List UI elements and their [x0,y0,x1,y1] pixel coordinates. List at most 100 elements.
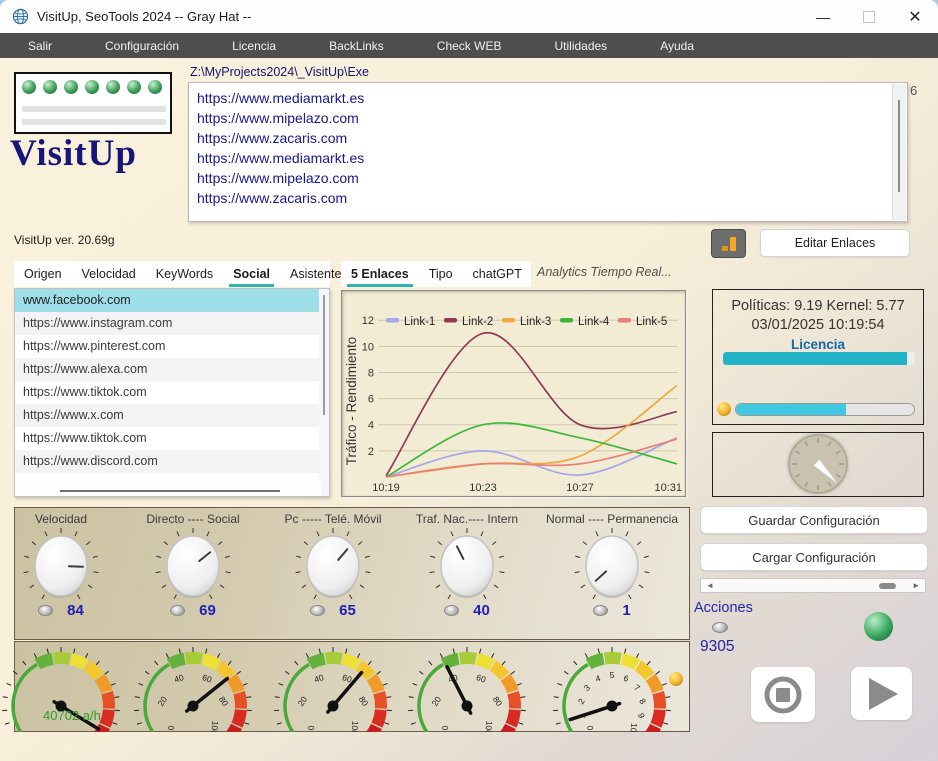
stop-button[interactable] [751,667,815,722]
knob-readout: 1 [593,602,630,619]
chart-tab-strip: 5 EnlacesTipochatGPT [341,261,531,287]
knob-dial[interactable] [573,526,651,606]
knob-4: Traf. Nac.---- Intern40 [402,512,532,619]
scrollbar-thumb[interactable] [879,583,896,589]
edit-links-button[interactable]: Editar Enlaces [760,229,910,257]
stop-icon [762,674,804,716]
list-item[interactable]: https://www.tiktok.com [15,381,329,404]
minimize-button[interactable]: — [800,0,846,33]
svg-text:6: 6 [622,673,630,684]
gauge-panel: 40702 a/h0204060801000204060801000204060… [14,641,690,732]
svg-text:2: 2 [368,446,374,458]
social-list-vscrollbar[interactable] [319,289,329,496]
load-config-button[interactable]: Cargar Configuración [700,543,928,571]
knob-label: Normal ---- Permanencia [546,512,678,526]
close-button[interactable]: ✕ [892,0,938,33]
play-button[interactable] [851,667,912,720]
left-tab-strip: OrigenVelocidadKeyWordsSocialAsistente [14,261,330,287]
load-config-label: Cargar Configuración [752,550,876,565]
url-entry[interactable]: https://www.mipelazo.com [197,108,899,128]
url-list[interactable]: https://www.mediamarkt.eshttps://www.mip… [188,82,908,222]
url-entry[interactable]: https://www.mipelazo.com [197,168,899,188]
knob-value: 65 [339,602,356,619]
scroll-right-icon[interactable]: ► [912,581,920,590]
social-list-hscrollbar[interactable] [15,484,321,496]
svg-text:Link-2: Link-2 [462,316,493,328]
svg-text:2: 2 [576,696,587,706]
menu-item-backlinks[interactable]: BackLinks [329,39,384,53]
menu-item-ayuda[interactable]: Ayuda [660,39,694,53]
tab-5-enlaces[interactable]: 5 Enlaces [341,261,419,287]
tab-origen[interactable]: Origen [14,261,72,287]
maximize-button[interactable] [846,0,892,33]
menu-item-salir[interactable]: Salir [28,39,52,53]
url-entry[interactable]: https://www.zacaris.com [197,128,899,148]
svg-text:Tráfico - Rendimiento: Tráfico - Rendimiento [344,337,359,466]
url-entry[interactable]: https://www.zacaris.com [197,188,899,208]
list-item[interactable]: https://www.x.com [15,404,329,427]
svg-text:Link-5: Link-5 [636,316,667,328]
knob-dial[interactable] [294,526,372,606]
knob-panel: Velocidad84Directo ---- Social69Pc -----… [14,507,690,640]
tab-velocidad[interactable]: Velocidad [72,261,146,287]
svg-text:Link-3: Link-3 [520,316,551,328]
logo-text: VisitUp [10,132,185,175]
knob-1: Velocidad84 [0,512,126,619]
gauge-rate-label: 40702 a/h [43,708,101,723]
tab-chatgpt[interactable]: chatGPT [463,261,532,287]
logo-box [14,72,172,134]
tab-analytics-realtime[interactable]: Analytics Tiempo Real... [537,265,672,279]
svg-text:100: 100 [209,720,220,732]
knob-led-icon [310,605,325,616]
svg-text:Link-4: Link-4 [578,316,610,328]
social-url-list[interactable]: www.facebook.comhttps://www.instagram.co… [14,288,330,497]
knob-readout: 69 [170,602,216,619]
svg-text:20: 20 [296,694,310,708]
tab-tipo[interactable]: Tipo [419,261,463,287]
save-config-button[interactable]: Guardar Configuración [700,506,928,534]
svg-text:60: 60 [201,672,213,685]
analytics-button[interactable] [711,229,746,258]
menu-item-utilidades[interactable]: Utilidades [554,39,607,53]
svg-text:10: 10 [628,723,639,732]
list-item[interactable]: https://www.alexa.com [15,358,329,381]
exe-path-label: Z:\MyProjects2024\_VisitUp\Exe [190,65,369,79]
knob-dial[interactable] [154,526,232,606]
menu-bar: Salir Configuración Licencia BackLinks Check… [0,33,938,58]
politicas-kernel-label: Políticas: 9.19 Kernel: 5.77 [713,298,923,314]
svg-text:Link-1: Link-1 [404,316,435,328]
maximize-icon [863,11,875,23]
list-item[interactable]: https://www.pinterest.com [15,335,329,358]
config-hscrollbar[interactable]: ◄ ► [700,578,926,593]
tab-social[interactable]: Social [223,261,280,287]
menu-item-check-web[interactable]: Check WEB [437,39,502,53]
menu-item-configuraci-n[interactable]: Configuración [105,39,179,53]
list-item[interactable]: https://www.discord.com [15,450,329,473]
knob-dial[interactable] [22,526,100,606]
knob-led-icon [593,605,608,616]
menu-item-licencia[interactable]: Licencia [232,39,276,53]
scroll-left-icon[interactable]: ◄ [706,581,714,590]
logo-line [22,106,166,112]
svg-text:6: 6 [368,394,374,406]
app-window: VisitUp, SeoTools 2024 -- Gray Hat -- — … [0,0,938,761]
list-item[interactable]: https://www.tiktok.com [15,427,329,450]
knob-value: 69 [199,602,216,619]
svg-text:80: 80 [217,694,231,708]
knob-dial[interactable] [428,526,506,606]
knob-readout: 40 [444,602,490,619]
url-entry[interactable]: https://www.mediamarkt.es [197,148,899,168]
url-list-scrollbar[interactable] [892,84,906,220]
svg-text:20: 20 [156,694,170,708]
list-item[interactable]: www.facebook.com [15,289,329,312]
url-entry[interactable]: https://www.mediamarkt.es [197,88,899,108]
gauge-5: 012345678910 [547,644,677,732]
actions-label: Acciones [694,600,753,616]
svg-text:10:23: 10:23 [469,482,497,494]
list-item[interactable]: https://www.instagram.com [15,312,329,335]
gauge-dial: 012345678910 [550,644,674,732]
tab-keywords[interactable]: KeyWords [146,261,223,287]
svg-text:80: 80 [357,694,371,708]
gauge-dial: 020406080100 [271,644,395,732]
svg-text:0: 0 [585,725,595,731]
